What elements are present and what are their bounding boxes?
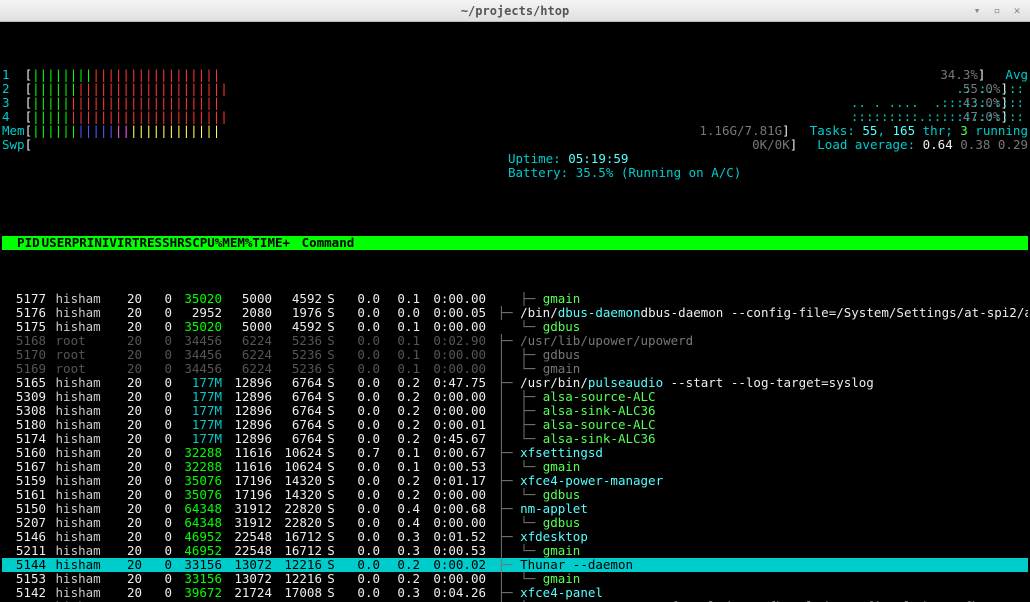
process-row[interactable]: 5211 hisham200469522254816712S0.00.30:00… [2, 544, 1028, 558]
process-row[interactable]: 5142 hisham200396722172417008S0.00.30:04… [2, 586, 1028, 600]
activity-graph: .: :. .:: [851, 82, 1024, 96]
uptime-line: Uptime: 05:19:59 [2, 152, 1028, 166]
battery-line: Battery: 35.5% (Running on A/C) [2, 166, 1028, 180]
memory-meter: Mem[|||||||||||||||||||||||||1.16G/7.81G… [2, 124, 1028, 138]
avg-label: Avg [1005, 68, 1028, 82]
process-row[interactable]: 5146 hisham200469522254816712S0.00.30:01… [2, 530, 1028, 544]
cpu-meter-3: 3 [|||||||||||||||||||||||||43.0%].. . .… [2, 96, 1028, 110]
cpu-meter-4: 4 [||||||||||||||||||||||||||47.0%]:::::… [2, 110, 1028, 124]
process-row[interactable]: 5309 hisham200177M128966764S0.00.20:00.0… [2, 390, 1028, 404]
terminal-body: 1 [|||||||||||||||||||||||||34.3%]Avg 2 … [0, 22, 1030, 602]
process-row[interactable]: 5175 hisham2003502050004592S0.00.10:00.0… [2, 320, 1028, 334]
process-row[interactable]: 5150 hisham200643483191222820S0.00.40:00… [2, 502, 1028, 516]
close-icon[interactable]: ✕ [1010, 3, 1024, 17]
minimize-icon[interactable]: ▾ [970, 3, 984, 17]
loadavg-line: Load average: 0.64 0.38 0.29 [817, 138, 1028, 152]
process-row[interactable]: 5168 root2003445662245236S0.00.10:02.90 … [2, 334, 1028, 348]
activity-graph: :::::::::.::::::::::::: [851, 110, 1024, 124]
process-row[interactable]: 5207 hisham200643483191222820S0.00.40:00… [2, 516, 1028, 530]
activity-graph: .. . .... .::::::.:::: [851, 96, 1024, 110]
process-row[interactable]: 5169 root2003445662245236S0.00.10:00.00 … [2, 362, 1028, 376]
cpu-meter-2: 2 [||||||||||||||||||||||||||55.0%] .: :… [2, 82, 1028, 96]
process-row[interactable]: 5174 hisham200177M128966764S0.00.20:45.6… [2, 432, 1028, 446]
titlebar[interactable]: ~/projects/htop ▾ ▫ ✕ [0, 0, 1030, 22]
process-row[interactable]: 5170 root2003445662245236S0.00.10:00.00 … [2, 348, 1028, 362]
terminal-window: ~/projects/htop ▾ ▫ ✕ 1 [|||||||||||||||… [0, 0, 1030, 602]
swap-meter: Swp[0K/0K]Load average: 0.64 0.38 0.29 [2, 138, 1028, 152]
window-title: ~/projects/htop [461, 5, 569, 17]
tasks-line: Tasks: 55, 165 thr; 3 running [810, 124, 1028, 138]
process-row[interactable]: 5159 hisham200350761719614320S0.00.20:01… [2, 474, 1028, 488]
process-row[interactable]: 5177 hisham2003502050004592S0.00.10:00.0… [2, 292, 1028, 306]
process-row[interactable]: 5308 hisham200177M128966764S0.00.20:00.0… [2, 404, 1028, 418]
process-row[interactable]: 5161 hisham200350761719614320S0.00.20:00… [2, 488, 1028, 502]
maximize-icon[interactable]: ▫ [990, 3, 1004, 17]
process-row[interactable]: 5165 hisham200177M128966764S0.00.20:47.7… [2, 376, 1028, 390]
process-row[interactable]: 5176 hisham200295220801976S0.00.00:00.05… [2, 306, 1028, 320]
process-row[interactable]: 5144 hisham200331561307212216S0.00.20:00… [2, 558, 1028, 572]
process-row[interactable]: 5160 hisham200322881161610624S0.70.10:00… [2, 446, 1028, 460]
column-header[interactable]: PIDUSERPRINIVIRTRESSHRSCPU%MEM%TIME+ Com… [2, 236, 1028, 250]
process-row[interactable]: 5153 hisham200331561307212216S0.00.20:00… [2, 572, 1028, 586]
process-row[interactable]: 5180 hisham200177M128966764S0.00.20:00.0… [2, 418, 1028, 432]
cpu-meter-1: 1 [|||||||||||||||||||||||||34.3%]Avg [2, 68, 1028, 82]
process-row[interactable]: 5167 hisham200322881161610624S0.00.10:00… [2, 460, 1028, 474]
